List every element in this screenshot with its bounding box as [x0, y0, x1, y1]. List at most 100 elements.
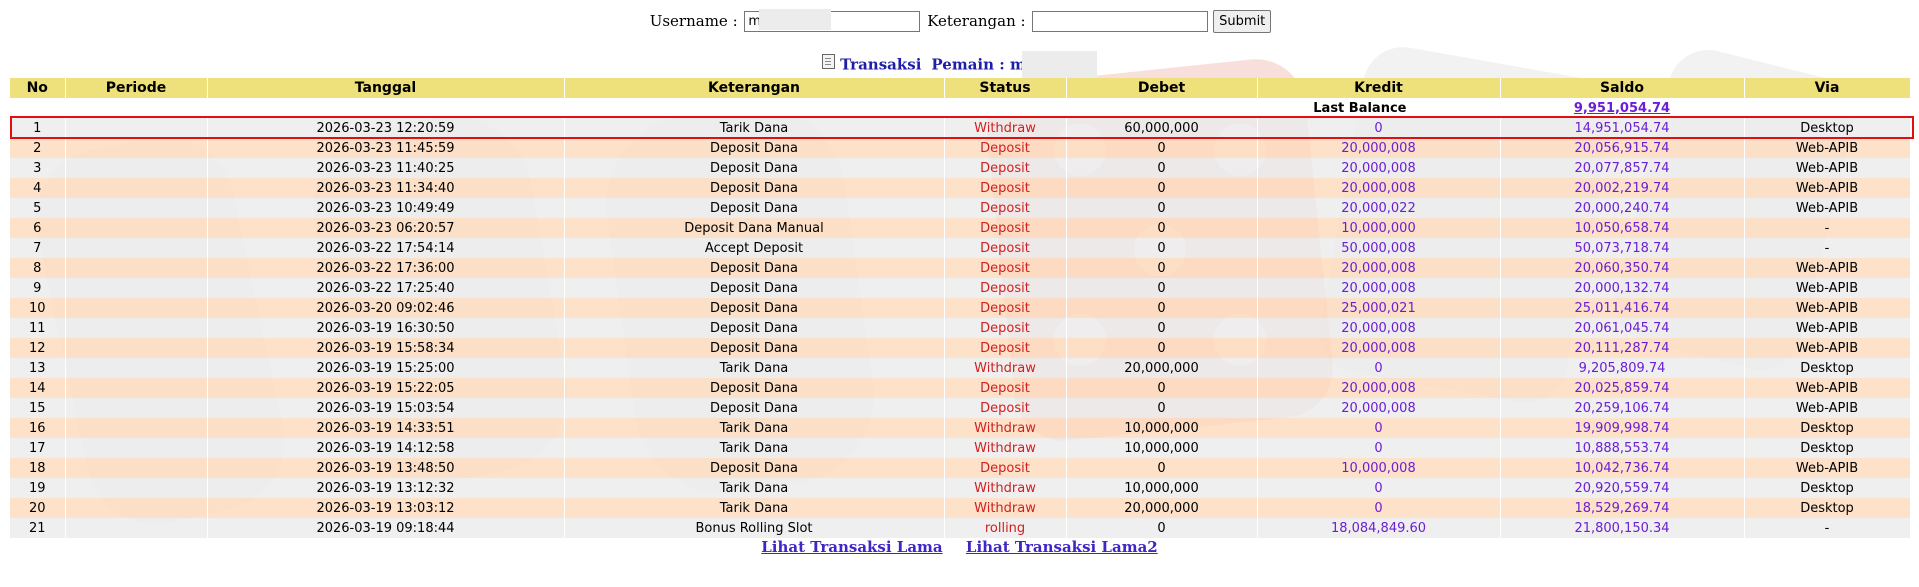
cell-debet: 0	[1066, 278, 1258, 298]
column-header-saldo: Saldo	[1500, 78, 1745, 98]
cell-periode	[65, 498, 208, 518]
cell-status: Deposit	[944, 298, 1067, 318]
cell-via: Web-APIB	[1744, 398, 1911, 418]
cell-kredit: 0	[1257, 478, 1501, 498]
cell-tanggal: 2026-03-19 15:58:34	[207, 338, 565, 358]
cell-tanggal: 2026-03-19 13:03:12	[207, 498, 565, 518]
cell-kredit: 20,000,008	[1257, 178, 1501, 198]
column-header-status: Status	[944, 78, 1067, 98]
cell-no: 13	[10, 358, 66, 378]
table-row: 13 2026-03-19 15:25:00 Tarik Dana Withdraw 2…	[10, 358, 1911, 378]
cell-debet: 0	[1066, 398, 1258, 418]
cell-no: 3	[10, 158, 66, 178]
cell-no: 2	[10, 138, 66, 158]
cell-no: 10	[10, 298, 66, 318]
cell-status: Deposit	[944, 218, 1067, 238]
column-header-keterangan: Keterangan	[564, 78, 945, 98]
table-row: 16 2026-03-19 14:33:51 Tarik Dana Withdraw 1…	[10, 418, 1911, 438]
cell-no: 9	[10, 278, 66, 298]
cell-tanggal: 2026-03-23 06:20:57	[207, 218, 565, 238]
redacted-area	[1021, 51, 1097, 80]
cell-status: rolling	[944, 518, 1067, 538]
cell-kredit: 20,000,022	[1257, 198, 1501, 218]
cell-via: -	[1744, 238, 1911, 258]
cell-periode	[65, 358, 208, 378]
table-row: 10 2026-03-20 09:02:46 Deposit Dana Deposit…	[10, 298, 1911, 318]
cell-no: 5	[10, 198, 66, 218]
table-row: 19 2026-03-19 13:12:32 Tarik Dana Withdraw 1…	[10, 478, 1911, 498]
cell-debet: 10,000,000	[1066, 418, 1258, 438]
old-transactions-2-link[interactable]: Lihat Transaksi Lama2	[966, 538, 1158, 556]
transaction-table: No Periode Tanggal Keterangan Status Deb…	[10, 78, 1911, 538]
cell-saldo: 20,259,106.74	[1500, 398, 1745, 418]
cell-no: 1	[10, 118, 66, 138]
cell-saldo: 20,111,287.74	[1500, 338, 1745, 358]
column-header-no: No	[10, 78, 66, 98]
cell-periode	[65, 258, 208, 278]
cell-debet: 0	[1066, 218, 1258, 238]
cell-status: Withdraw	[944, 438, 1067, 458]
cell-no: 8	[10, 258, 66, 278]
cell-kredit: 20,000,008	[1257, 138, 1501, 158]
cell-periode	[65, 318, 208, 338]
cell-via: Web-APIB	[1744, 278, 1911, 298]
cell-status: Deposit	[944, 398, 1067, 418]
cell-periode	[65, 478, 208, 498]
table-row: 14 2026-03-19 15:22:05 Deposit Dana Deposit…	[10, 378, 1911, 398]
cell-no: 6	[10, 218, 66, 238]
cell-status: Deposit	[944, 458, 1067, 478]
search-form: Username : Keterangan : Submit	[0, 10, 1919, 33]
cell-keterangan: Deposit Dana	[564, 278, 945, 298]
table-row: 9 2026-03-22 17:25:40 Deposit Dana Deposit 0…	[10, 278, 1911, 298]
cell-periode	[65, 218, 208, 238]
cell-saldo: 18,529,269.74	[1500, 498, 1745, 518]
cell-saldo: 10,050,658.74	[1500, 218, 1745, 238]
cell-kredit: 20,000,008	[1257, 378, 1501, 398]
cell-saldo: 20,000,132.74	[1500, 278, 1745, 298]
cell-periode	[65, 238, 208, 258]
cell-tanggal: 2026-03-20 09:02:46	[207, 298, 565, 318]
cell-periode	[65, 158, 208, 178]
keterangan-input[interactable]	[1032, 11, 1209, 32]
cell-periode	[65, 378, 208, 398]
cell-periode	[65, 118, 208, 138]
cell-keterangan: Deposit Dana	[564, 258, 945, 278]
cell-tanggal: 2026-03-23 11:34:40	[207, 178, 565, 198]
table-row: 8 2026-03-22 17:36:00 Deposit Dana Deposit 0…	[10, 258, 1911, 278]
cell-debet: 0	[1066, 518, 1258, 538]
cell-saldo: 14,951,054.74	[1500, 118, 1745, 138]
table-row: 1 2026-03-23 12:20:59 Tarik Dana Withdraw 60…	[10, 118, 1911, 138]
cell-kredit: 0	[1257, 118, 1501, 138]
table-row: 12 2026-03-19 15:58:34 Deposit Dana Deposit…	[10, 338, 1911, 358]
cell-via: Desktop	[1744, 358, 1911, 378]
cell-saldo: 20,056,915.74	[1500, 138, 1745, 158]
cell-tanggal: 2026-03-19 15:22:05	[207, 378, 565, 398]
table-header: No Periode Tanggal Keterangan Status Deb…	[10, 78, 1911, 98]
cell-status: Deposit	[944, 178, 1067, 198]
cell-debet: 0	[1066, 158, 1258, 178]
cell-via: Desktop	[1744, 498, 1911, 518]
cell-no: 17	[10, 438, 66, 458]
cell-no: 20	[10, 498, 66, 518]
cell-kredit: 10,000,000	[1257, 218, 1501, 238]
cell-via: Web-APIB	[1744, 198, 1911, 218]
cell-kredit: 20,000,008	[1257, 398, 1501, 418]
old-transactions-link[interactable]: Lihat Transaksi Lama	[761, 538, 942, 556]
cell-debet: 0	[1066, 198, 1258, 218]
cell-tanggal: 2026-03-22 17:54:14	[207, 238, 565, 258]
cell-kredit: 0	[1257, 358, 1501, 378]
cell-status: Deposit	[944, 338, 1067, 358]
cell-no: 15	[10, 398, 66, 418]
cell-debet: 0	[1066, 298, 1258, 318]
cell-via: -	[1744, 218, 1911, 238]
cell-periode	[65, 398, 208, 418]
cell-periode	[65, 518, 208, 538]
table-row: 2 2026-03-23 11:45:59 Deposit Dana Deposit 0…	[10, 138, 1911, 158]
cell-kredit: 18,084,849.60	[1257, 518, 1501, 538]
cell-periode	[65, 338, 208, 358]
cell-saldo: 20,061,045.74	[1500, 318, 1745, 338]
cell-debet: 0	[1066, 318, 1258, 338]
column-header-tanggal: Tanggal	[207, 78, 565, 98]
last-balance-label: Last Balance	[1066, 98, 1501, 118]
submit-button[interactable]: Submit	[1213, 10, 1272, 33]
